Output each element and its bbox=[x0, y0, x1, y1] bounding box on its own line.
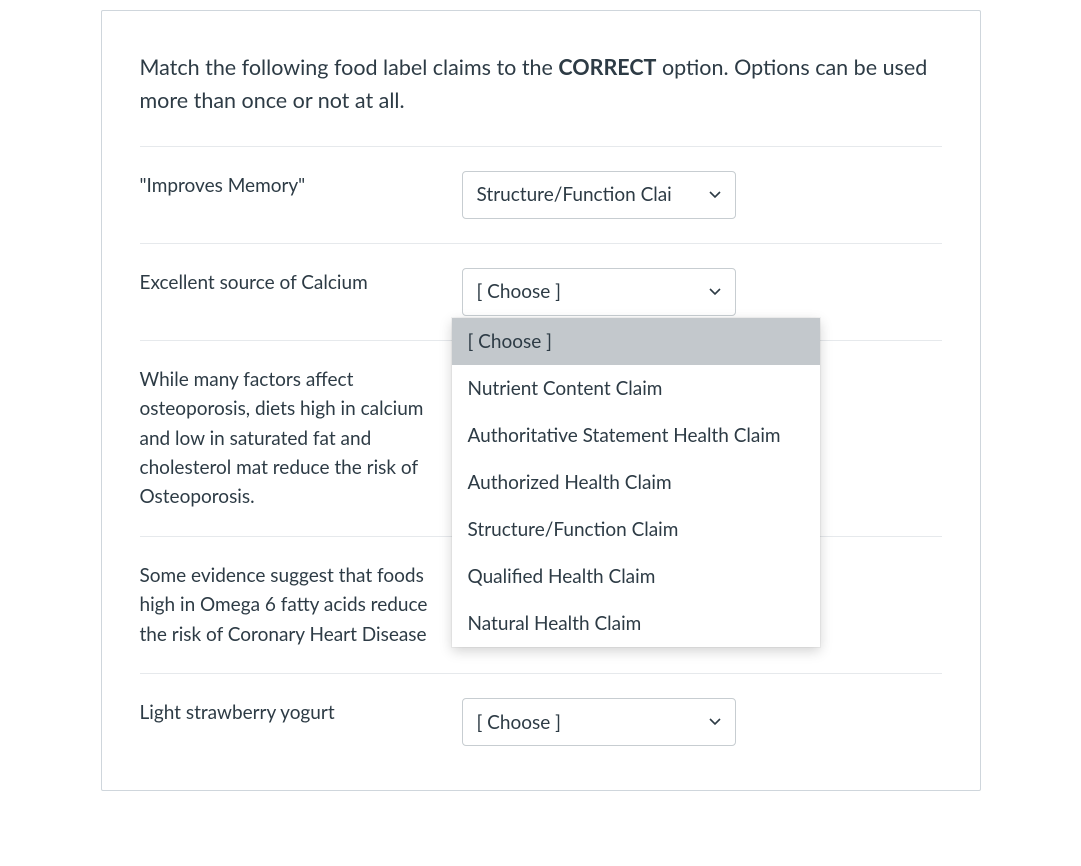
match-label: While many factors affect osteoporosis, … bbox=[140, 365, 462, 512]
match-row: Excellent source of Calcium [ Choose ] [… bbox=[140, 243, 942, 340]
match-rows: "Improves Memory" Structure/Function Cla… bbox=[140, 146, 942, 771]
prompt-text-pre: Match the following food label claims to… bbox=[140, 54, 559, 80]
prompt-text-bold: CORRECT bbox=[558, 54, 656, 80]
match-label: "Improves Memory" bbox=[140, 171, 462, 200]
chevron-down-icon bbox=[709, 718, 721, 726]
dropdown-option[interactable]: Nutrient Content Claim bbox=[452, 365, 820, 412]
question-prompt: Match the following food label claims to… bbox=[140, 51, 942, 118]
match-row: Light strawberry yogurt [ Choose ] bbox=[140, 673, 942, 770]
dropdown-option[interactable]: [ Choose ] bbox=[452, 318, 820, 365]
select-value: Structure/Function Clai bbox=[477, 183, 672, 206]
answer-select[interactable]: [ Choose ] bbox=[462, 268, 736, 316]
match-label: Light strawberry yogurt bbox=[140, 698, 462, 727]
dropdown-option[interactable]: Qualified Health Claim bbox=[452, 553, 820, 600]
match-label: Excellent source of Calcium bbox=[140, 268, 462, 297]
answer-select[interactable]: Structure/Function Clai bbox=[462, 171, 736, 219]
match-row: "Improves Memory" Structure/Function Cla… bbox=[140, 146, 942, 243]
select-value: [ Choose ] bbox=[477, 711, 561, 734]
answer-select[interactable]: [ Choose ] bbox=[462, 698, 736, 746]
dropdown-option[interactable]: Structure/Function Claim bbox=[452, 506, 820, 553]
chevron-down-icon bbox=[709, 288, 721, 296]
dropdown-option[interactable]: Authoritative Statement Health Claim bbox=[452, 412, 820, 459]
dropdown-option[interactable]: Authorized Health Claim bbox=[452, 459, 820, 506]
question-card: Match the following food label claims to… bbox=[101, 10, 981, 791]
select-value: [ Choose ] bbox=[477, 280, 561, 303]
answer-dropdown: [ Choose ] Nutrient Content Claim Author… bbox=[452, 318, 820, 647]
dropdown-option[interactable]: Natural Health Claim bbox=[452, 600, 820, 647]
chevron-down-icon bbox=[709, 191, 721, 199]
match-label: Some evidence suggest that foods high in… bbox=[140, 561, 462, 649]
